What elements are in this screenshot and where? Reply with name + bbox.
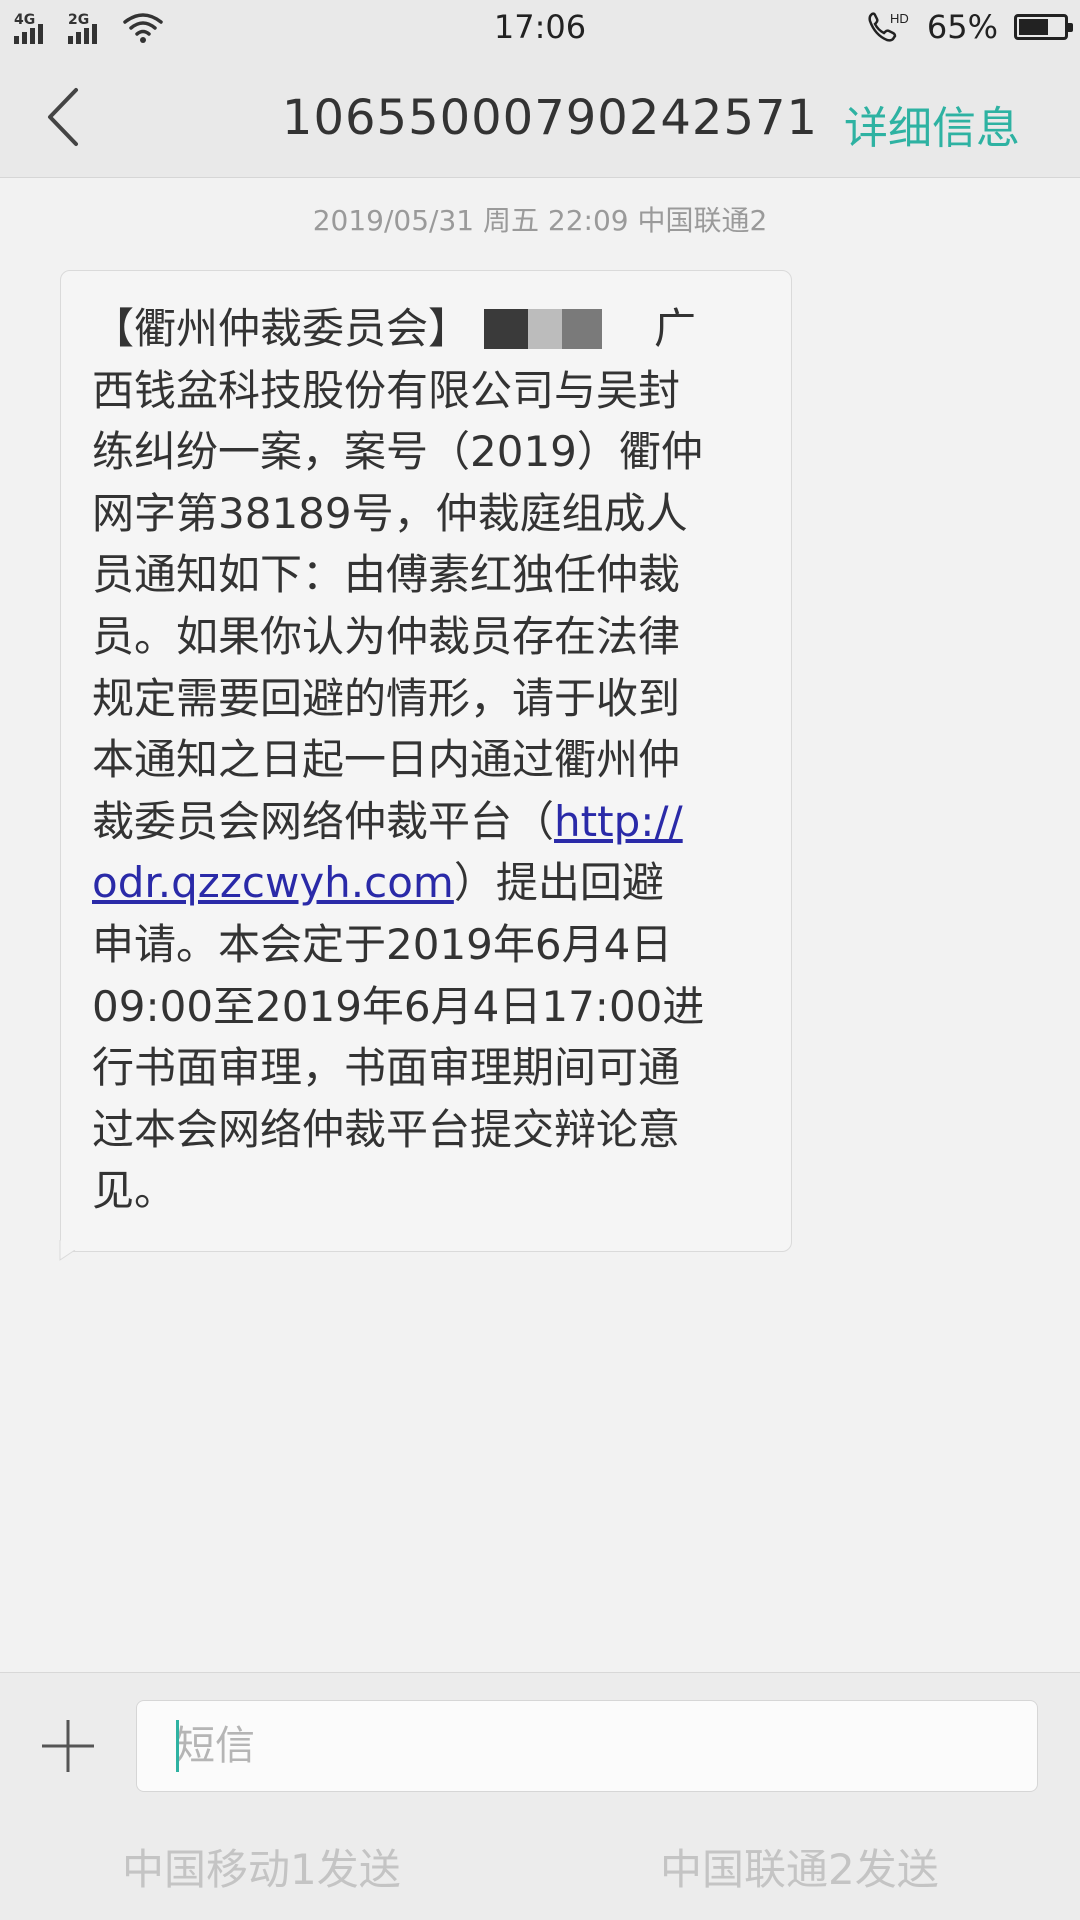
redacted-block xyxy=(484,309,529,349)
message-line: 员通知如下：由傅素红独任仲裁 xyxy=(92,550,681,600)
message-line: 申请。本会定于2019年6月4日 xyxy=(92,919,673,969)
message-timestamp: 2019/05/31 周五 22:09 中国联通2 xyxy=(312,204,768,237)
message-text: 【衢州仲裁委员会】 xyxy=(92,304,471,353)
message-body: 【衢州仲裁委员会】 广 西钱盆科技股份有限公司与吴封 练纠纷一案，案号（2019）… xyxy=(92,298,752,1222)
message-line: 【衢州仲裁委员会】 广 xyxy=(92,298,752,360)
conversation-header: 10655000790242571 详细信息 xyxy=(0,56,1080,178)
message-line: 行书面审理，书面审理期间可通 xyxy=(92,1043,681,1093)
send-sim1-button[interactable]: 中国移动1发送 xyxy=(122,1836,401,1897)
plus-icon xyxy=(42,1720,94,1772)
message-input[interactable] xyxy=(136,1700,1038,1792)
bubble-tail xyxy=(59,1240,77,1261)
message-line: 网字第38189号，仲裁庭组成人 xyxy=(92,488,688,538)
message-line: 过本会网络仲裁平台提交辩论意 xyxy=(92,1104,681,1154)
message-text: 广 xyxy=(654,304,697,353)
status-bar: 4G 2G 17:06 HD 65% xyxy=(0,0,1080,56)
message-text: ）提出回避 xyxy=(453,858,664,908)
send-sim2-button[interactable]: 中国联通2发送 xyxy=(660,1836,939,1897)
message-line: 规定需要回避的情形，请于收到 xyxy=(92,673,681,723)
add-attachment-button[interactable] xyxy=(40,1718,96,1774)
message-line: 09:00至2019年6月4日17:00进 xyxy=(92,981,705,1031)
message-line: 裁委员会网络仲裁平台（http:// xyxy=(92,791,752,853)
redacted-block xyxy=(562,309,603,349)
status-right-group: HD 65% xyxy=(865,8,1073,46)
hd-label: HD xyxy=(890,11,909,26)
details-button[interactable]: 详细信息 xyxy=(844,92,1020,156)
message-line: 见。 xyxy=(92,1166,177,1216)
message-line: 本通知之日起一日内通过衢州仲 xyxy=(92,735,681,785)
battery-icon xyxy=(1014,14,1073,40)
message-line: 练纠纷一案，案号（2019）衢仲 xyxy=(92,427,703,477)
hd-call-icon: HD xyxy=(868,11,909,42)
message-text: 裁委员会网络仲裁平台（ xyxy=(92,796,555,846)
battery-fill xyxy=(1019,19,1048,35)
message-line: 员。如果你认为仲裁员存在法律 xyxy=(92,611,681,661)
battery-percent: 65% xyxy=(926,8,998,46)
url-link[interactable]: odr.qzzcwyh.com xyxy=(92,858,454,907)
url-link[interactable]: http:// xyxy=(554,797,683,846)
message-line: odr.qzzcwyh.com）提出回避 xyxy=(92,852,752,914)
redacted-block xyxy=(528,309,563,349)
message-line: 西钱盆科技股份有限公司与吴封 xyxy=(92,365,681,415)
text-cursor xyxy=(176,1720,179,1772)
